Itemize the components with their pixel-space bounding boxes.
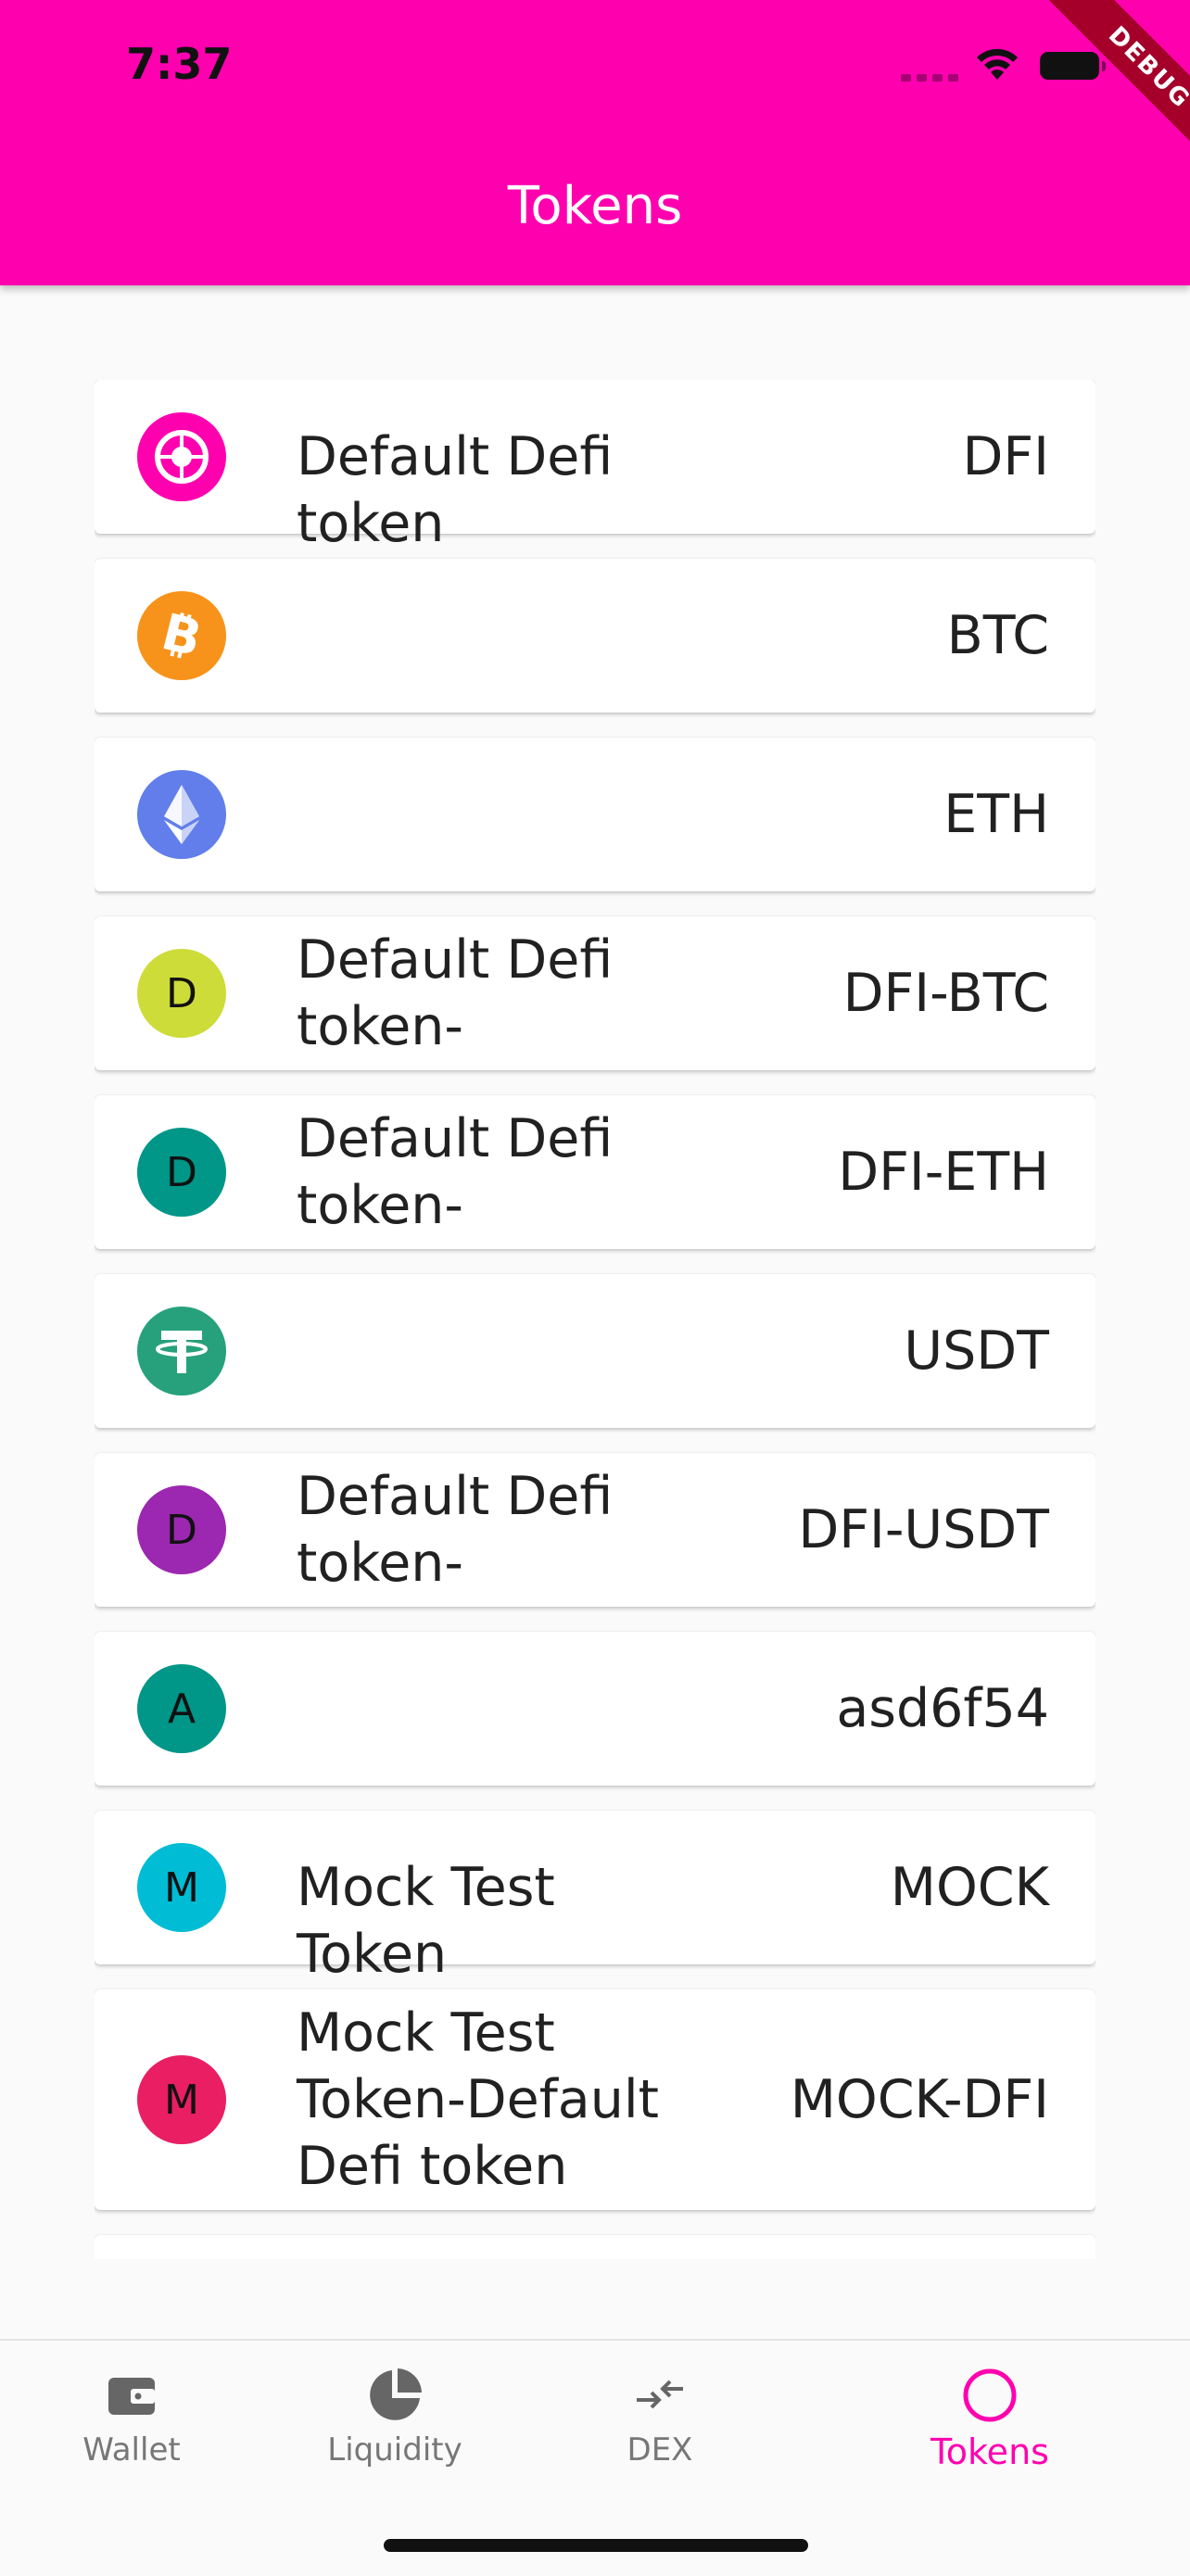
token-card[interactable]: A asd6f54 bbox=[95, 1632, 1095, 1786]
app-bar: 7:37 DEBUG Tokens bbox=[0, 0, 1190, 285]
token-card[interactable]: USDT bbox=[95, 1274, 1095, 1428]
token-symbol: BTC bbox=[946, 605, 1049, 666]
nav-label: DEX bbox=[627, 2431, 693, 2469]
pie-chart-icon bbox=[370, 2368, 422, 2420]
token-list[interactable]: Default Defi token DFI B BTC ETH D Defau… bbox=[95, 380, 1095, 2259]
token-card[interactable]: Default Defi token DFI bbox=[95, 380, 1095, 554]
token-symbol: USDT bbox=[904, 1320, 1049, 1382]
home-indicator bbox=[384, 2539, 808, 2552]
svg-text:B: B bbox=[157, 602, 208, 668]
wifi-icon bbox=[977, 48, 1018, 80]
token-name: Mock Test Token bbox=[297, 1857, 555, 1985]
token-symbol: DFI bbox=[962, 426, 1050, 487]
token-symbol: MOCK bbox=[890, 1857, 1049, 1918]
nav-item-dex[interactable]: DEX bbox=[567, 2367, 753, 2469]
status-icons bbox=[897, 43, 1106, 89]
token-card[interactable]: ETH bbox=[95, 738, 1095, 891]
nav-label: Liquidity bbox=[327, 2431, 462, 2469]
avatar-letter: D bbox=[166, 1506, 197, 1554]
letter-avatar: M bbox=[137, 2055, 226, 2144]
token-card[interactable]: M Mock Test Token-Default Defi token MOC… bbox=[95, 1989, 1095, 2210]
letter-avatar: A bbox=[137, 1664, 226, 1753]
token-card[interactable]: D Default Defi token- DFI-ETH bbox=[95, 1095, 1095, 1249]
cellular-signal-icon bbox=[901, 74, 958, 82]
letter-avatar: D bbox=[137, 1128, 226, 1217]
nav-item-tokens[interactable]: Tokens bbox=[897, 2367, 1082, 2472]
page-title: Tokens bbox=[507, 176, 683, 236]
status-time: 7:37 bbox=[126, 39, 233, 89]
token-symbol: DFI-BTC bbox=[842, 963, 1049, 1024]
avatar-letter: M bbox=[164, 1863, 199, 1912]
token-symbol: MOCK-DFI bbox=[790, 2069, 1049, 2130]
letter-avatar: D bbox=[137, 1485, 226, 1574]
nav-item-liquidity[interactable]: Liquidity bbox=[302, 2367, 487, 2469]
token-symbol: ETH bbox=[943, 784, 1049, 845]
nav-label: Tokens bbox=[930, 2431, 1049, 2472]
avatar-letter: D bbox=[166, 1148, 197, 1196]
ethereum-icon bbox=[137, 770, 226, 859]
letter-avatar: M bbox=[137, 1843, 226, 1932]
circle-icon bbox=[963, 2368, 1017, 2422]
avatar-letter: A bbox=[167, 1685, 196, 1733]
token-symbol: DFI-ETH bbox=[838, 1142, 1049, 1203]
debug-banner: DEBUG bbox=[1034, 0, 1190, 183]
bitcoin-icon: B bbox=[137, 591, 226, 680]
wallet-icon bbox=[108, 2378, 155, 2415]
token-card[interactable]: M Mock Test Token MOCK bbox=[95, 1811, 1095, 1985]
dfi-logo-icon bbox=[137, 412, 226, 501]
token-card[interactable]: D Default Defi token- DFI-USDT bbox=[95, 1453, 1095, 1607]
token-card[interactable]: B BTC bbox=[95, 559, 1095, 713]
letter-avatar: D bbox=[137, 949, 226, 1038]
token-symbol: asd6f54 bbox=[836, 1678, 1049, 1739]
avatar-letter: M bbox=[164, 2076, 199, 2124]
token-card[interactable]: D Default Defi token- DFI-BTC bbox=[95, 916, 1095, 1070]
tether-icon bbox=[137, 1307, 226, 1395]
token-name: Mock Test Token-Default Defi token bbox=[297, 2002, 660, 2197]
token-name: Default Defi token- bbox=[297, 929, 614, 1057]
swap-arrows-icon bbox=[637, 2380, 683, 2409]
battery-icon bbox=[1040, 52, 1106, 80]
nav-item-wallet[interactable]: Wallet bbox=[39, 2367, 224, 2469]
token-symbol: DFI-USDT bbox=[798, 1499, 1049, 1560]
token-name: Default Defi token- bbox=[297, 1466, 614, 1594]
token-name: Default Defi token bbox=[297, 426, 614, 554]
token-card-partial[interactable] bbox=[95, 2235, 1095, 2259]
avatar-letter: D bbox=[166, 969, 197, 1017]
token-name: Default Defi token- bbox=[297, 1108, 614, 1236]
nav-label: Wallet bbox=[82, 2431, 181, 2469]
